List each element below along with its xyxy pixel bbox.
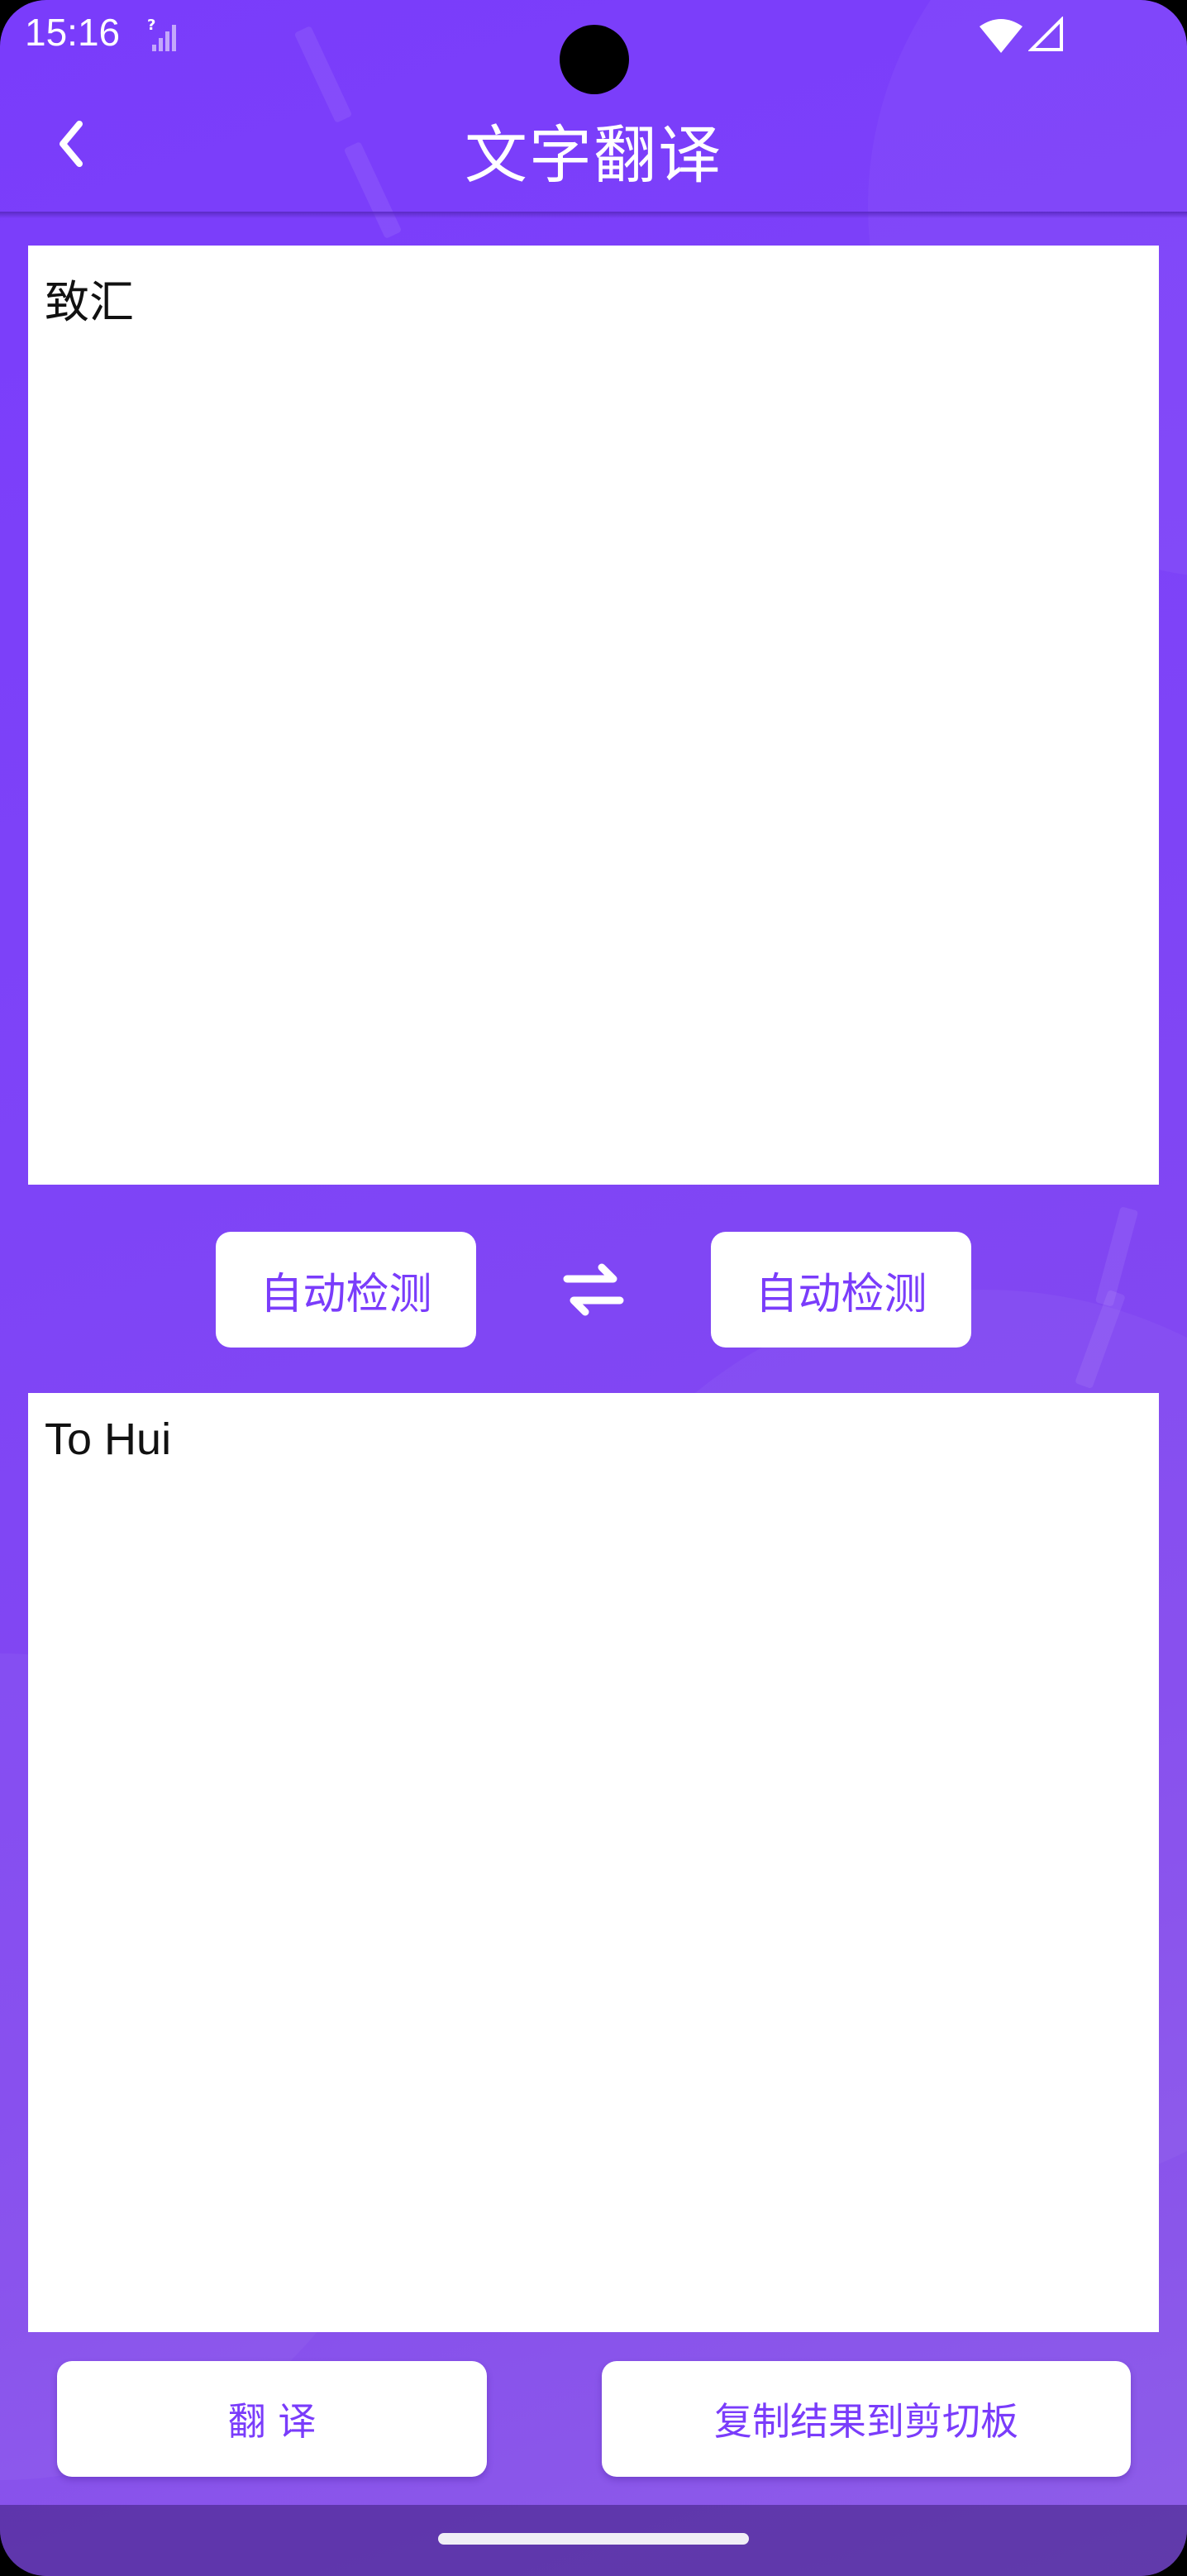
wifi-icon (980, 19, 1023, 53)
target-language-button[interactable]: 自动检测 (711, 1232, 971, 1348)
page-title: 文字翻译 (465, 118, 722, 192)
signal-unknown-icon: ? (147, 17, 176, 51)
translate-button-label: 翻 译 (227, 2399, 317, 2444)
source-language-button[interactable]: 自动检测 (216, 1232, 476, 1348)
translation-result-output[interactable]: To Hui (28, 1393, 1159, 2332)
header-divider (0, 212, 1187, 218)
copy-button-label: 复制结果到剪切板 (714, 2399, 1018, 2444)
translate-button[interactable]: 翻 译 (57, 2361, 487, 2477)
target-language-label: 自动检测 (755, 1269, 927, 1319)
system-navigation-bar (0, 2505, 1187, 2576)
status-bar: 15:16 ? (0, 0, 1187, 94)
swap-arrows-icon[interactable] (562, 1261, 625, 1319)
app-header: 文字翻译 (0, 69, 1187, 212)
source-language-label: 自动检测 (260, 1269, 432, 1319)
home-indicator[interactable] (438, 2533, 749, 2545)
translation-text: To Hui (45, 1414, 172, 1464)
app-screen: 15:16 ? 文字翻译 致汇 自动检测 自动检测 To Hui 翻 译 复制结… (0, 0, 1187, 2576)
svg-text:?: ? (147, 17, 155, 34)
source-text-input[interactable]: 致汇 (28, 246, 1159, 1185)
source-text: 致汇 (45, 278, 134, 327)
cellular-icon (1028, 17, 1063, 51)
copy-to-clipboard-button[interactable]: 复制结果到剪切板 (602, 2361, 1131, 2477)
status-time: 15:16 (25, 11, 121, 54)
